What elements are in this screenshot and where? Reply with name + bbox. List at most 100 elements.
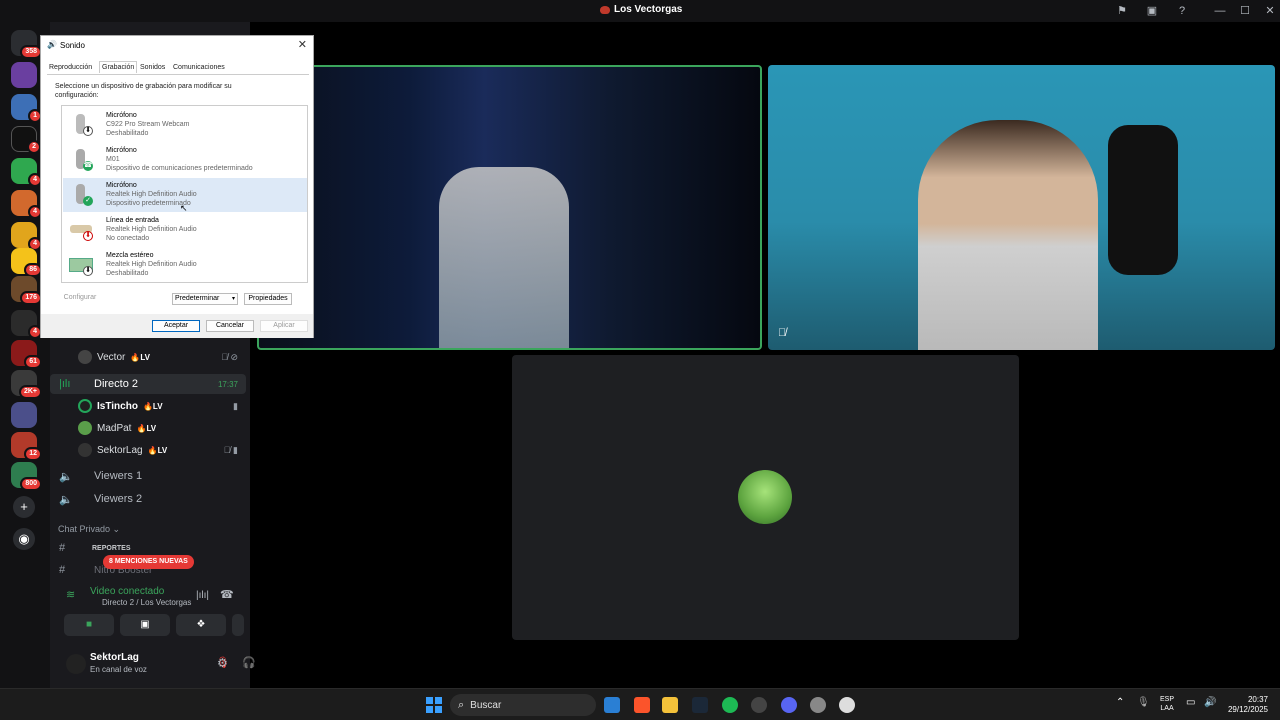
device-row[interactable]: ⬇ Línea de entrada Realtek High Definiti… xyxy=(63,213,307,247)
server-11[interactable]: 2K+ xyxy=(11,370,42,399)
category-chat-privado[interactable]: Chat Privado ⌄ xyxy=(58,524,120,535)
mouse-app-icon[interactable] xyxy=(839,697,855,713)
tray-chevron-icon[interactable]: ⌃ xyxy=(1116,697,1124,708)
speaker-icon: 🔈 xyxy=(59,470,73,483)
input-language[interactable]: ESP LAA xyxy=(1160,695,1174,713)
store-icon[interactable] xyxy=(604,697,620,713)
voice-user[interactable]: Vector 🔥LV 🎙̸ ⊘ xyxy=(78,347,246,367)
apply-button[interactable]: Aplicar xyxy=(260,320,308,332)
settings-gear-icon[interactable]: ⚙ xyxy=(217,656,228,670)
close-icon[interactable]: ✕ xyxy=(1262,3,1278,19)
device-row[interactable]: ⬇ Micrófono C922 Pro Stream Webcam Desha… xyxy=(63,108,307,142)
tab-grabacion[interactable]: Grabación xyxy=(99,61,138,73)
direct-messages-button[interactable]: 358 xyxy=(11,30,42,59)
server-13[interactable]: 12 xyxy=(11,432,42,461)
server-badge: 12 xyxy=(24,447,42,461)
channel-timer: 17:37 xyxy=(217,379,238,389)
tab-reproduccion[interactable]: Reproducción xyxy=(49,64,92,71)
clock-date: 29/12/2025 xyxy=(1227,705,1268,714)
video-tile-sektorlag[interactable]: 🎙̸ xyxy=(768,65,1275,350)
screen-share-button[interactable]: ▣ xyxy=(120,614,170,636)
lv-badge-text: LV xyxy=(152,401,163,411)
settings-icon[interactable] xyxy=(810,697,826,713)
network-icon[interactable]: ▭ xyxy=(1186,697,1195,708)
taskbar-search[interactable]: ⌕ Buscar xyxy=(450,694,596,716)
channel-name: REPORTES xyxy=(92,544,131,552)
inbox-icon[interactable]: ▣ xyxy=(1144,3,1160,19)
server-10[interactable]: 61 xyxy=(11,340,42,369)
maximize-icon[interactable]: ☐ xyxy=(1237,3,1253,19)
discover-icon[interactable]: ◉ xyxy=(13,528,35,550)
server-badge: 2 xyxy=(27,140,41,154)
video-tile-istincho[interactable] xyxy=(257,65,762,350)
server-4[interactable]: 4 xyxy=(11,158,42,187)
tab-comunicaciones[interactable]: Comunicaciones xyxy=(173,64,225,71)
discord-icon[interactable] xyxy=(781,697,797,713)
device-row[interactable]: ☎ Micrófono M01 Dispositivo de comunicac… xyxy=(63,143,307,177)
set-default-button[interactable]: Predeterminar ▾ xyxy=(172,293,238,305)
clock[interactable]: 20:37 29/12/2025 xyxy=(1226,695,1268,715)
help-icon[interactable]: ? xyxy=(1174,3,1190,19)
game-launcher-icon[interactable] xyxy=(751,697,767,713)
disconnect-icon[interactable]: ☎ xyxy=(220,588,234,601)
voice-channel-viewers-2[interactable]: 🔈 Viewers 2 xyxy=(50,489,246,509)
start-windows-icon[interactable] xyxy=(426,697,442,713)
lv-badge: 🔥LV xyxy=(147,445,168,455)
activities-button[interactable]: ❖ xyxy=(176,614,226,636)
flag-icon[interactable]: ⚑ xyxy=(1114,3,1130,19)
tray-mic-icon[interactable]: 🎙 xyxy=(1137,697,1150,708)
server-hexland[interactable] xyxy=(11,62,37,88)
device-row[interactable]: ⬇ Mezcla estéreo Realtek High Definition… xyxy=(63,248,307,282)
server-5[interactable]: 4 xyxy=(11,190,42,219)
brave-browser-icon[interactable] xyxy=(634,697,650,713)
dialog-description: Seleccione un dispositivo de grabación p… xyxy=(55,83,232,99)
camera-button[interactable]: ■ xyxy=(64,614,114,636)
server-icon xyxy=(600,5,610,14)
user-avatar xyxy=(738,470,792,524)
properties-button[interactable]: Propiedades xyxy=(244,293,292,305)
new-mentions-pill[interactable]: 8 MENCIONES NUEVAS xyxy=(103,555,194,569)
voice-user[interactable]: SektorLag 🔥LV 🎙̸ ▮ xyxy=(78,440,246,460)
file-explorer-icon[interactable] xyxy=(662,697,678,713)
server-7[interactable]: 86 xyxy=(11,248,42,277)
device-name: Línea de entrada xyxy=(106,217,159,224)
configure-button[interactable]: Configurar xyxy=(59,293,101,305)
close-icon[interactable]: ✕ xyxy=(298,38,307,51)
server-8[interactable]: 176 xyxy=(11,276,42,305)
server-folder[interactable]: 800 xyxy=(11,462,42,491)
voice-channel-directo-2[interactable]: |ılı Directo 2 17:37 xyxy=(50,374,246,394)
cancel-button[interactable]: Cancelar xyxy=(206,320,254,332)
spotify-icon[interactable] xyxy=(722,697,738,713)
soundboard-button[interactable] xyxy=(232,614,244,636)
volume-icon[interactable]: 🔊 xyxy=(1204,697,1216,708)
server-2[interactable]: 1 xyxy=(11,94,42,123)
user-name: SektorLag xyxy=(97,444,143,456)
server-6[interactable]: 4 xyxy=(11,222,42,251)
server-12[interactable] xyxy=(11,402,37,428)
steam-icon[interactable] xyxy=(692,697,708,713)
voice-status[interactable]: Video conectado xyxy=(90,586,164,597)
tab-divider xyxy=(47,74,309,75)
dropdown-arrow-icon[interactable]: ▾ xyxy=(232,294,235,304)
headphones-icon[interactable]: 🎧 xyxy=(242,656,256,669)
voice-connection-panel: ≋ Video conectado Directo 2 / Los Vector… xyxy=(56,578,256,686)
category-name: Chat Privado xyxy=(58,524,111,534)
voice-user[interactable]: MadPat 🔥LV xyxy=(78,418,246,438)
device-status: Dispositivo de comunicaciones predetermi… xyxy=(106,165,253,172)
tab-sonidos[interactable]: Sonidos xyxy=(140,64,165,71)
voice-user[interactable]: IsTincho 🔥LV ▮ xyxy=(78,396,246,416)
video-tile-madpat[interactable] xyxy=(512,355,1019,640)
window-title-text: Los Vectorgas xyxy=(614,4,683,15)
minimize-icon[interactable]: — xyxy=(1212,3,1228,19)
device-name: Micrófono xyxy=(106,112,137,119)
server-9[interactable]: 4 xyxy=(11,310,42,339)
user-name[interactable]: SektorLag xyxy=(90,652,139,663)
server-vs[interactable]: 2 xyxy=(11,126,41,154)
add-server-button[interactable]: + xyxy=(13,496,35,518)
voice-channel-viewers-1[interactable]: 🔈 Viewers 1 xyxy=(50,466,246,486)
windows-taskbar: ⌕ Buscar ⌃ 🎙 ESP LAA ▭ 🔊 20:37 29/12/202… xyxy=(0,688,1280,720)
ok-button[interactable]: Aceptar xyxy=(152,320,200,332)
avatar[interactable] xyxy=(66,654,86,674)
noise-suppression-icon[interactable]: |ılı| xyxy=(196,590,209,601)
device-status: Deshabilitado xyxy=(106,270,149,277)
